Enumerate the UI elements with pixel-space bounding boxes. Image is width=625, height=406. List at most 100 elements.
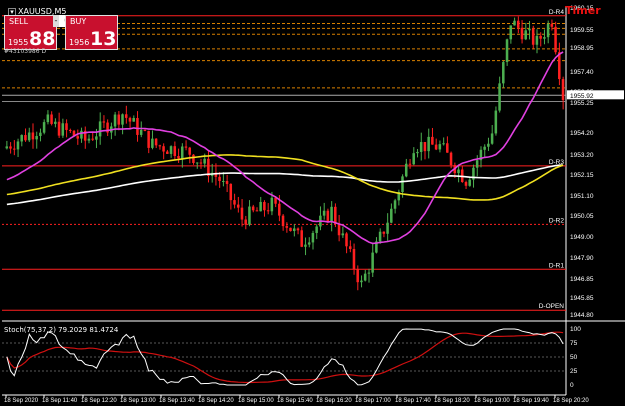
candle-body <box>498 83 501 111</box>
price-tick-label: 1952.15 <box>570 172 594 179</box>
ma-magenta-line <box>6 51 564 245</box>
time-tick-label: 18 Sep 2020 <box>4 398 39 404</box>
time-tick-label: 18 Sep 14:20 <box>198 398 234 404</box>
candle-body <box>487 143 490 147</box>
candle-body <box>390 208 393 223</box>
candle-body <box>285 226 289 228</box>
candle-body <box>169 146 173 154</box>
candle-body <box>356 269 359 283</box>
candle-body <box>128 117 132 122</box>
candle-body <box>192 154 195 163</box>
candle-body <box>446 143 449 153</box>
time-tick-label: 18 Sep 11:40 <box>42 398 78 404</box>
candle-body <box>558 52 561 80</box>
buy-price-big: 13 <box>90 28 117 50</box>
sell-price-prefix: 1955 <box>8 38 29 47</box>
candle-body <box>543 37 546 39</box>
time-tick-label: 18 Sep 15:00 <box>238 398 274 404</box>
candle-body <box>434 144 438 150</box>
candle-body <box>546 23 550 38</box>
candle-body <box>412 153 415 165</box>
candle-body <box>91 138 94 140</box>
candle-body <box>147 130 150 148</box>
candle-body <box>449 152 453 166</box>
buy-button[interactable]: BUY 1956 13 <box>65 15 118 50</box>
sell-label: SELL <box>9 17 29 26</box>
candle-body <box>251 206 255 211</box>
stoch-tick-label: 100 <box>570 326 581 333</box>
candle-body <box>121 114 124 125</box>
candle-body <box>240 207 244 220</box>
candle-body <box>24 135 27 141</box>
candle-body <box>259 201 262 212</box>
candle-body <box>539 35 542 39</box>
candle-body <box>50 114 53 124</box>
candle-body <box>65 123 68 130</box>
candle-body <box>248 206 251 225</box>
buy-price-prefix: 1956 <box>69 38 90 47</box>
pivot-label: D-R1 <box>549 262 565 269</box>
candle-body <box>431 136 434 145</box>
time-tick-label: 18 Sep 18:20 <box>434 398 470 404</box>
candle-body <box>345 233 348 247</box>
candle-body <box>386 222 389 234</box>
candle-body <box>281 215 285 227</box>
stoch-tick-label: 25 <box>570 368 578 375</box>
candle-body <box>16 141 20 150</box>
candle-body <box>311 232 315 243</box>
candle-body <box>222 181 225 183</box>
candle-body <box>229 183 233 201</box>
price-tick-label: 1946.85 <box>570 276 594 283</box>
stoch-tick-label: 50 <box>570 354 578 361</box>
candle-body <box>113 114 117 127</box>
candle-body <box>42 122 46 133</box>
candle-body <box>494 110 498 134</box>
candle-body <box>9 146 12 149</box>
candle-body <box>360 280 363 283</box>
candle-body <box>61 123 65 136</box>
candle-body <box>468 179 471 186</box>
candle-body <box>516 20 520 28</box>
candle-body <box>151 138 154 148</box>
candle-body <box>31 132 35 140</box>
candle-body <box>419 142 423 152</box>
pivot-label: D-R2 <box>549 217 565 224</box>
candle-body <box>80 130 83 139</box>
candle-body <box>289 227 292 232</box>
candle-body <box>363 273 367 281</box>
candle-body <box>139 129 143 135</box>
time-tick-label: 18 Sep 13:00 <box>120 398 156 404</box>
chart-canvas[interactable]: D-R4D-R3D-R2D-R1D-OPEN1960.151959.551958… <box>0 0 625 406</box>
price-tick-label: 1957.40 <box>570 69 594 76</box>
candle-body <box>337 223 341 236</box>
candle-body <box>255 210 259 212</box>
candle-body <box>68 129 72 131</box>
candle-body <box>180 146 184 159</box>
time-tick-label: 18 Sep 20:20 <box>553 398 589 404</box>
time-tick-label: 18 Sep 17:40 <box>395 398 431 404</box>
candle-body <box>225 181 229 184</box>
time-tick-label: 18 Sep 19:00 <box>474 398 510 404</box>
candle-body <box>166 151 169 154</box>
candle-body <box>195 162 199 164</box>
candle-body <box>404 163 408 177</box>
candle-body <box>76 136 79 139</box>
candle-body <box>46 114 50 123</box>
candle-body <box>296 228 300 231</box>
price-tick-label: 1944.80 <box>570 312 594 319</box>
candle-body <box>513 20 516 26</box>
candle-body <box>35 135 38 140</box>
candle-body <box>423 142 427 152</box>
time-tick-label: 18 Sep 19:40 <box>513 398 549 404</box>
sell-button[interactable]: SELL 1955 88 <box>4 15 57 50</box>
stoch-tick-label: 0 <box>570 382 574 389</box>
price-tick-label: 1945.85 <box>570 295 594 302</box>
candle-body <box>278 203 281 216</box>
price-tick-label: 1947.90 <box>570 255 594 262</box>
pivot-label: D-OPEN <box>539 303 565 310</box>
time-tick-label: 18 Sep 15:40 <box>277 398 313 404</box>
candle-body <box>401 176 404 193</box>
candle-body <box>502 62 505 84</box>
price-tick-label: 1958.95 <box>570 45 594 52</box>
candle-body <box>438 144 442 150</box>
